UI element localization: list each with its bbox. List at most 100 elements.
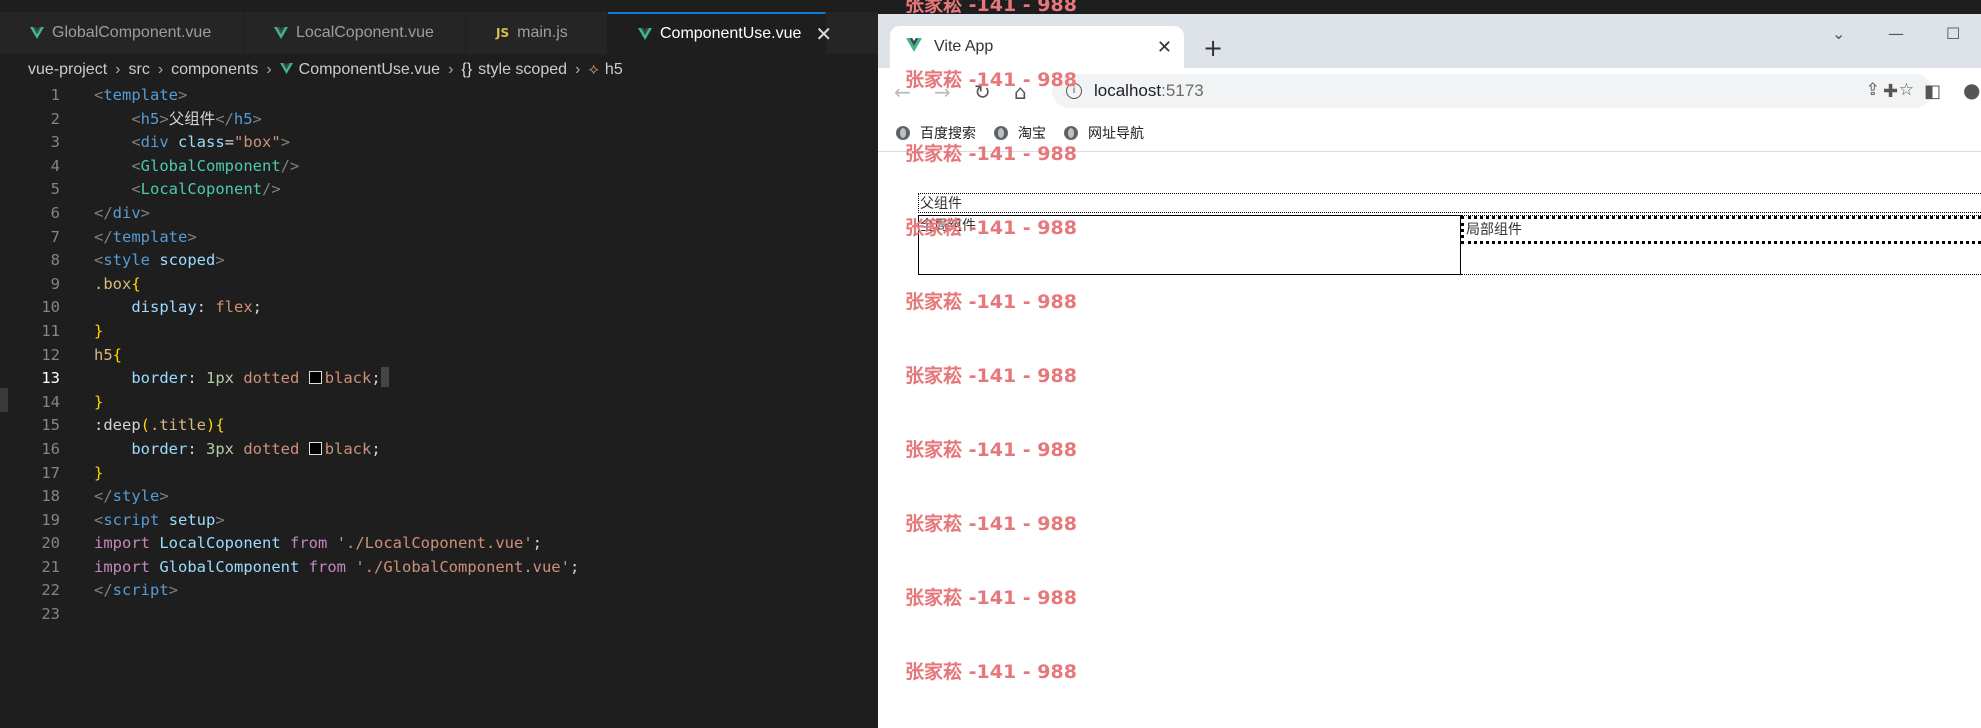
code-line: 8 <style scoped> <box>0 249 878 273</box>
chevron-right-icon: › <box>266 61 272 78</box>
code-line: 2 <h5>父组件</h5> <box>0 108 878 132</box>
code-line: 20 import LocalCoponent from './LocalCopo… <box>0 532 878 556</box>
chevron-right-icon: › <box>575 61 581 78</box>
code-line: 9 .box{ <box>0 273 878 297</box>
tab-label: main.js <box>517 24 568 41</box>
breadcrumb-label: style scoped <box>478 61 568 78</box>
watermark-text: 张家菘 -141 - 988 <box>905 587 1077 609</box>
line-number: 16 <box>41 439 60 458</box>
new-tab-icon[interactable]: + <box>1203 34 1223 62</box>
watermark-text: 张家菘 -141 - 988 <box>905 217 1077 239</box>
code-area[interactable]: 1 <template> 2 <h5>父组件</h5> 3 <div class=… <box>0 84 878 627</box>
globe-icon <box>896 125 910 140</box>
watermark-text: 张家菘 -141 - 988 <box>905 291 1077 313</box>
parent-heading: 父组件 <box>918 193 1981 213</box>
element-icon: ⟡ <box>588 61 599 78</box>
breadcrumb-item-h5[interactable]: ⟡ h5 <box>588 61 622 79</box>
address-bar[interactable]: i localhost:5173 ⇪ ☆ <box>1052 74 1932 108</box>
side-panel-icon[interactable]: ◧ <box>1924 81 1941 102</box>
code-line: 18 </style> <box>0 485 878 509</box>
line-number: 18 <box>41 487 60 506</box>
text-cursor <box>380 367 389 388</box>
url-host: localhost <box>1094 81 1162 100</box>
extensions-icon[interactable]: ✚ <box>1883 81 1898 102</box>
breadcrumb-item[interactable]: src <box>128 61 149 79</box>
line-number: 23 <box>41 605 60 624</box>
breadcrumb: vue-project › src › components › Compone… <box>0 56 878 84</box>
breadcrumb-item-style[interactable]: {} style scoped <box>461 61 567 79</box>
code-line: 12 h5{ <box>0 344 878 368</box>
vue-icon <box>30 27 44 39</box>
chevron-right-icon: › <box>115 61 121 78</box>
line-number: 17 <box>41 463 60 482</box>
color-swatch[interactable] <box>308 441 322 455</box>
code-line: 11} <box>0 320 878 344</box>
code-line: 10 display: flex; <box>0 296 878 320</box>
code-line: 14} <box>0 391 878 415</box>
line-number: 8 <box>50 251 60 270</box>
tab-main-js[interactable]: JS main.js <box>466 12 608 54</box>
vue-icon <box>638 28 652 40</box>
code-line: 17} <box>0 462 878 486</box>
component-box: 全局组件 局部组件 <box>918 215 1981 275</box>
code-line: 22 </script> <box>0 579 878 603</box>
bookmark-star-icon[interactable]: ☆ <box>1899 80 1914 99</box>
vue-icon <box>274 27 288 39</box>
browser-tab-strip: Vite App ✕ + ⌄ — ☐ <box>878 14 1981 68</box>
code-line: 15:deep(.title){ <box>0 414 878 438</box>
line-number: 11 <box>41 321 60 340</box>
breadcrumb-item[interactable]: vue-project <box>28 61 107 79</box>
close-tab-icon[interactable]: ✕ <box>1157 37 1172 58</box>
code-line: 6 </div> <box>0 202 878 226</box>
line-number: 13 <box>41 369 60 388</box>
maximize-icon[interactable]: ☐ <box>1946 24 1960 43</box>
line-number: 14 <box>41 392 60 411</box>
breadcrumb-item[interactable]: components <box>171 61 258 79</box>
chevron-right-icon: › <box>157 61 164 78</box>
code-editor: GlobalComponent.vue LocalCoponent.vue JS… <box>0 0 878 728</box>
code-line: 21 import GlobalComponent from './GlobalC… <box>0 556 878 580</box>
tab-global-component[interactable]: GlobalComponent.vue <box>0 12 244 54</box>
tab-search-icon[interactable]: ⌄ <box>1832 24 1845 43</box>
watermark-text: 张家菘 -141 - 988 <box>905 439 1077 461</box>
watermark-text: 张家菘 -141 - 988 <box>905 69 1077 91</box>
tab-label: LocalCoponent.vue <box>296 24 434 41</box>
browser-tab-title: Vite App <box>934 38 994 55</box>
tab-label: ComponentUse.vue <box>660 25 802 42</box>
watermark-text: 张家菘 -141 - 988 <box>905 143 1077 165</box>
breadcrumb-item-file[interactable]: ComponentUse.vue <box>279 61 441 79</box>
share-icon[interactable]: ⇪ <box>1866 80 1880 99</box>
code-line: 4 <GlobalComponent/> <box>0 155 878 179</box>
tab-label: GlobalComponent.vue <box>52 24 212 41</box>
breadcrumb-label: ComponentUse.vue <box>298 61 441 78</box>
minimize-icon[interactable]: — <box>1888 24 1904 43</box>
tab-component-use[interactable]: ComponentUse.vue ✕ <box>608 12 832 54</box>
local-component-title: 局部组件 <box>1461 216 1981 244</box>
line-number: 12 <box>41 345 60 364</box>
code-line: 3 <div class="box"> <box>0 131 878 155</box>
line-number: 21 <box>41 557 60 576</box>
close-icon[interactable]: ✕ <box>815 22 832 47</box>
line-number: 4 <box>50 156 60 175</box>
watermark-text: 张家菘 -141 - 988 <box>905 661 1077 683</box>
breadcrumb-label: h5 <box>604 61 623 78</box>
editor-tab-bar: GlobalComponent.vue LocalCoponent.vue JS… <box>0 12 878 54</box>
profile-icon[interactable]: ● <box>1963 78 1980 102</box>
globe-icon <box>1064 125 1078 140</box>
code-line: 5 <LocalCoponent/> <box>0 178 878 202</box>
line-number: 3 <box>50 133 60 152</box>
globe-icon <box>994 125 1008 140</box>
line-number: 22 <box>41 581 60 600</box>
code-line: 16 border: 3px dotted black; <box>0 438 878 462</box>
line-number: 20 <box>41 534 60 553</box>
tab-local-coponent[interactable]: LocalCoponent.vue <box>244 12 466 54</box>
line-number: 9 <box>50 274 60 293</box>
line-number: 19 <box>41 510 60 529</box>
js-icon: JS <box>496 26 510 40</box>
color-swatch[interactable] <box>308 371 322 385</box>
browser-tab[interactable]: Vite App ✕ <box>890 26 1184 68</box>
bookmark-label: 网址导航 <box>1088 124 1144 141</box>
code-line: 19 <script setup> <box>0 509 878 533</box>
watermark-text: 张家菘 -141 - 988 <box>905 0 1077 16</box>
code-line: 7 </template> <box>0 226 878 250</box>
